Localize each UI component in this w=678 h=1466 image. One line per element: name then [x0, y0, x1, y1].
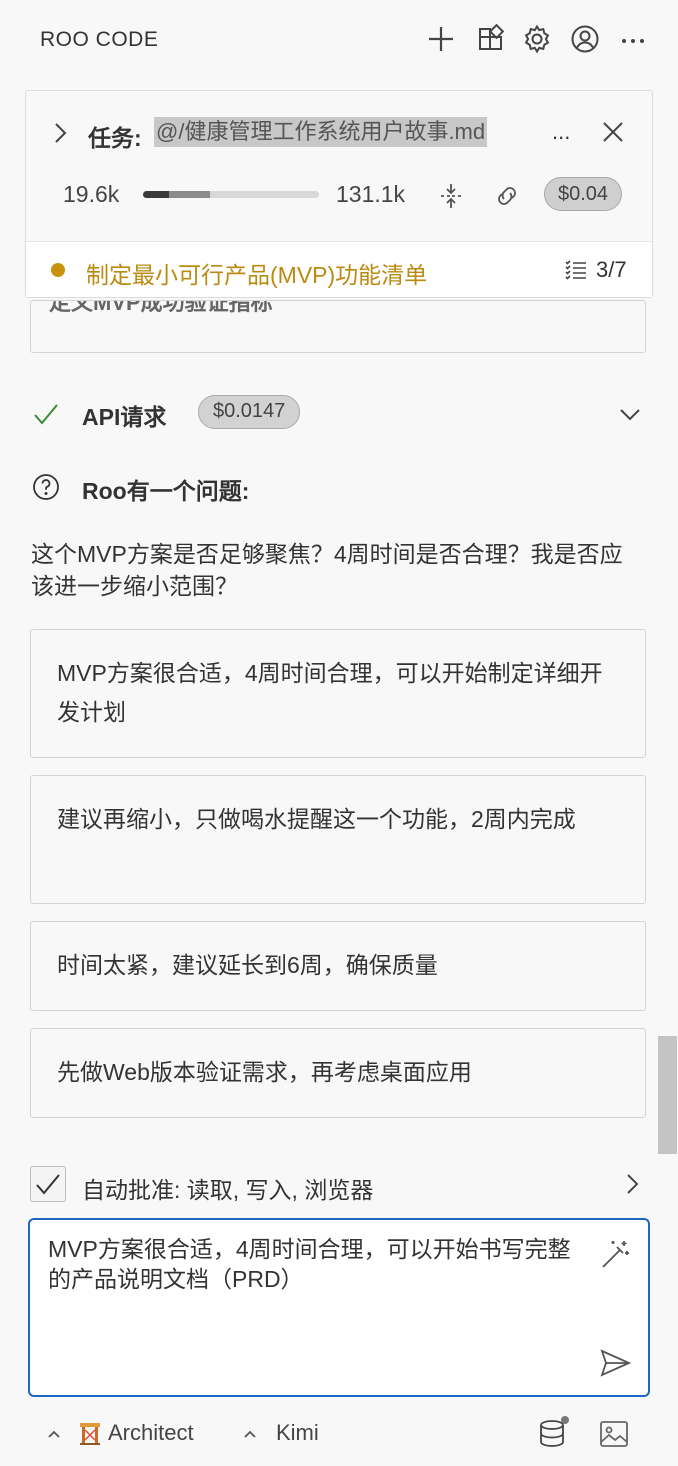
- chat-input-text[interactable]: MVP方案很合适，4周时间合理，可以开始书写完整的产品说明文档（PRD）: [48, 1234, 588, 1294]
- todo-status-dot: [51, 263, 65, 277]
- checkmark-icon: [36, 1174, 60, 1195]
- top-bar: ROO CODE: [0, 0, 678, 80]
- condense-icon[interactable]: [436, 181, 466, 211]
- chat-input[interactable]: MVP方案很合适，4周时间合理，可以开始书写完整的产品说明文档（PRD）: [28, 1218, 650, 1397]
- answer-option[interactable]: 时间太紧，建议延长到6周，确保质量: [30, 921, 646, 1011]
- scrollbar-thumb[interactable]: [658, 1036, 677, 1154]
- api-request-row[interactable]: API请求 $0.0147: [0, 388, 678, 436]
- enhance-prompt-icon[interactable]: [598, 1238, 632, 1272]
- close-icon[interactable]: [600, 119, 626, 145]
- question-text: 这个MVP方案是否足够聚焦？4周时间是否合理？我是否应该进一步缩小范围？: [31, 541, 623, 599]
- question-header: Roo有一个问题:: [0, 466, 678, 506]
- chevron-right-icon[interactable]: [48, 121, 72, 145]
- current-todo-row[interactable]: 制定最小可行产品(MVP)功能清单 3/7: [26, 241, 652, 297]
- context-usage-row: 19.6k 131.1k $0.04: [26, 171, 652, 235]
- task-label: 任务:: [88, 125, 142, 151]
- app-title: ROO CODE: [40, 28, 159, 51]
- image-icon[interactable]: [598, 1418, 630, 1450]
- auto-approve-checkbox[interactable]: [30, 1166, 66, 1202]
- task-cost-badge: $0.04: [544, 177, 623, 211]
- scrolled-option-text: 定义MVP成功验证指标: [49, 300, 273, 315]
- marketplace-icon[interactable]: [474, 22, 508, 56]
- gear-icon[interactable]: [520, 22, 554, 56]
- context-progress-bar: [143, 191, 319, 198]
- context-used-fill: [143, 191, 170, 198]
- link-icon[interactable]: [492, 181, 522, 211]
- architect-mode-icon: [80, 1423, 100, 1445]
- caret-up-icon[interactable]: [46, 1426, 62, 1442]
- auto-approve-row[interactable]: 自动批准: 读取, 写入, 浏览器: [0, 1160, 678, 1210]
- chevron-right-icon[interactable]: [620, 1172, 644, 1196]
- todo-progress-count: 3/7: [596, 257, 627, 282]
- mode-selector[interactable]: Architect: [108, 1420, 194, 1446]
- plus-icon[interactable]: [424, 22, 458, 56]
- database-icon[interactable]: [538, 1416, 570, 1450]
- model-selector[interactable]: Kimi: [276, 1420, 319, 1446]
- scrolled-option-box: 定义MVP成功验证指标: [30, 300, 646, 353]
- answer-option[interactable]: 先做Web版本验证需求，再考虑桌面应用: [30, 1028, 646, 1118]
- send-icon[interactable]: [598, 1346, 632, 1380]
- chevron-down-icon[interactable]: [618, 402, 642, 426]
- task-header-card: 任务: @/健康管理工作系统用户故事.md ... 19.6k 131.1k $…: [25, 90, 653, 298]
- task-ellipsis: ...: [552, 119, 571, 144]
- task-file-mention[interactable]: @/健康管理工作系统用户故事.md: [154, 117, 488, 147]
- context-reserved-fill: [169, 191, 210, 198]
- current-todo-text: 制定最小可行产品(MVP)功能清单: [86, 262, 428, 288]
- answer-option[interactable]: MVP方案很合适，4周时间合理，可以开始制定详细开发计划: [30, 629, 646, 758]
- auto-approve-label: 自动批准: 读取, 写入, 浏览器: [82, 1177, 374, 1203]
- tokens-max: 131.1k: [336, 181, 406, 207]
- account-icon[interactable]: [568, 22, 602, 56]
- answer-option[interactable]: 建议再缩小，只做喝水提醒这一个功能，2周内完成: [30, 775, 646, 904]
- question-header-label: Roo有一个问题:: [82, 478, 250, 504]
- question-icon: [33, 474, 59, 500]
- api-request-label: API请求: [82, 404, 167, 430]
- api-cost-badge: $0.0147: [198, 395, 301, 429]
- caret-up-icon[interactable]: [242, 1426, 258, 1442]
- tokens-used: 19.6k: [63, 181, 120, 207]
- todo-list-icon[interactable]: [564, 258, 588, 282]
- more-icon[interactable]: [616, 22, 650, 56]
- task-title-row[interactable]: 任务: @/健康管理工作系统用户故事.md ...: [26, 91, 652, 171]
- check-icon: [34, 404, 58, 425]
- bottom-toolbar: Architect Kimi: [0, 1410, 678, 1458]
